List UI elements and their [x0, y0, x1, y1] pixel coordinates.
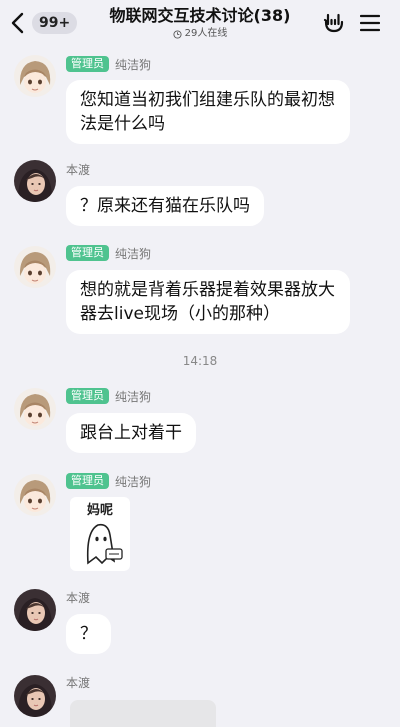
- anime-avatar-icon: [14, 474, 56, 516]
- sender-name[interactable]: 纯洁狗: [115, 473, 151, 490]
- anime-avatar-icon: [14, 55, 56, 97]
- chat-header: 99+ 物联网交互技术讨论(38) 29人在线: [0, 0, 400, 48]
- admin-badge: 管理员: [66, 473, 109, 489]
- ghost-sticker-icon: [86, 523, 123, 565]
- message-bubble[interactable]: ？原来还有猫在乐队吗: [66, 186, 264, 226]
- hamburger-menu-icon[interactable]: [360, 14, 380, 32]
- avatar-girl-photo[interactable]: [14, 675, 56, 717]
- message-bubble[interactable]: 想的就是背着乐器提着效果器放大器去live现场（小的那种）: [66, 270, 350, 334]
- message-meta: 管理员 纯洁狗: [66, 55, 151, 73]
- avatar-anime-boy[interactable]: [14, 55, 56, 97]
- sender-name[interactable]: 纯洁狗: [115, 56, 151, 73]
- photo-avatar-icon: [14, 675, 56, 717]
- clock-icon: [173, 29, 182, 39]
- sender-name[interactable]: 纯洁狗: [115, 388, 151, 405]
- photo-avatar-icon: [14, 589, 56, 631]
- photo-avatar-icon: [14, 160, 56, 202]
- chevron-left-icon: [11, 12, 24, 34]
- online-count-text: 29人在线: [184, 28, 228, 39]
- avatar-anime-boy[interactable]: [14, 246, 56, 288]
- avatar-anime-boy[interactable]: [14, 388, 56, 430]
- message-bubble[interactable]: 跟台上对着干: [66, 413, 196, 453]
- time-divider: 14:18: [182, 354, 218, 368]
- back-button[interactable]: 99+: [10, 8, 80, 38]
- avatar-girl-photo[interactable]: [14, 589, 56, 631]
- message-meta: 管理员 纯洁狗: [66, 472, 151, 490]
- message-bubble[interactable]: ？: [66, 614, 111, 654]
- message-meta: 管理员 纯洁狗: [66, 244, 151, 262]
- sender-name[interactable]: 纯洁狗: [115, 245, 151, 262]
- rock-hand-icon[interactable]: [322, 11, 346, 35]
- group-title: 物联网交互技术讨论(38): [109, 6, 291, 25]
- admin-badge: 管理员: [66, 56, 109, 72]
- sticker-caption: 妈呢: [86, 503, 113, 518]
- sender-name[interactable]: 本渡: [66, 161, 90, 178]
- message-meta: 管理员 纯洁狗: [66, 387, 151, 405]
- unread-count-badge: 99+: [32, 12, 78, 34]
- sender-name[interactable]: 本渡: [66, 674, 90, 691]
- online-status: 29人在线: [90, 27, 310, 41]
- image-message[interactable]: [70, 700, 216, 727]
- avatar-girl-photo[interactable]: [14, 160, 56, 202]
- anime-avatar-icon: [14, 388, 56, 430]
- admin-badge: 管理员: [66, 388, 109, 404]
- admin-badge: 管理员: [66, 245, 109, 261]
- group-title-area[interactable]: 物联网交互技术讨论(38) 29人在线: [90, 6, 310, 41]
- avatar-anime-boy[interactable]: [14, 474, 56, 516]
- message-meta: 本渡: [66, 588, 90, 606]
- sender-name[interactable]: 本渡: [66, 589, 90, 606]
- anime-avatar-icon: [14, 246, 56, 288]
- message-bubble[interactable]: 您知道当初我们组建乐队的最初想法是什么吗: [66, 80, 350, 144]
- message-meta: 本渡: [66, 160, 90, 178]
- sticker-message[interactable]: 妈呢: [70, 497, 130, 571]
- message-meta: 本渡: [66, 673, 90, 691]
